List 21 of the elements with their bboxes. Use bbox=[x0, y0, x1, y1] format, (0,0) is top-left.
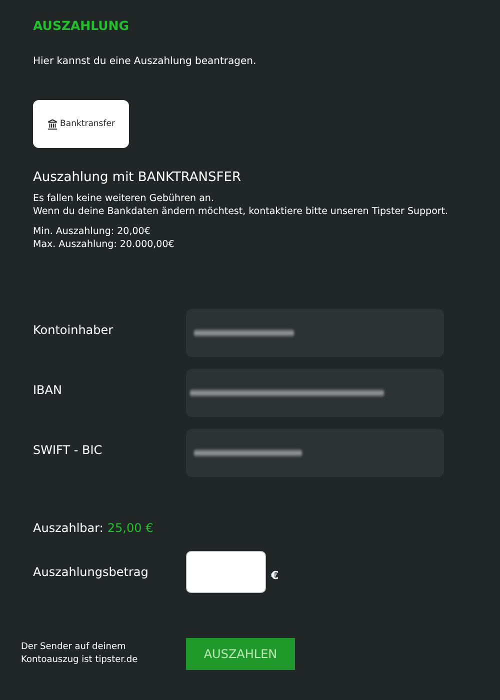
section-heading: Auszahlung mit BANKTRANSFER bbox=[33, 170, 242, 185]
limit-text: Min. Auszahlung: 20,00€ bbox=[33, 226, 152, 238]
info-text: Es fallen keine weiteren Gebühren an. bbox=[33, 193, 215, 206]
bank-icon bbox=[47, 118, 58, 130]
field-label: SWIFT - BIC bbox=[33, 442, 104, 457]
amount-input[interactable] bbox=[186, 551, 266, 593]
input-field[interactable] bbox=[186, 429, 444, 477]
footer-note: Der Sender auf deinem Kontoauszug ist tipster.de bbox=[21, 641, 139, 667]
limit-text: Max. Auszahlung: 20.000,00€ bbox=[33, 238, 176, 251]
field-label: Auszahlungsbetrag bbox=[33, 564, 150, 579]
info-text: Wenn du deine Bankdaten ändern möchtest, kontaktiere bitte unseren Tipster Support. bbox=[33, 206, 450, 218]
available-amount: 25,00 € bbox=[107, 521, 154, 535]
input-field[interactable] bbox=[186, 369, 444, 417]
available-label: Auszahlbar: bbox=[33, 521, 104, 535]
field-label: Kontoinhaber bbox=[33, 322, 114, 337]
currency-symbol: € bbox=[271, 569, 279, 582]
field-label: IBAN bbox=[33, 382, 63, 397]
intro-text: Hier kannst du eine Auszahlung beantragen. bbox=[33, 56, 258, 67]
payment-method-button[interactable]: Banktransfer bbox=[33, 100, 129, 148]
page-title: AUSZAHLUNG bbox=[33, 18, 130, 33]
input-field[interactable] bbox=[186, 309, 444, 357]
